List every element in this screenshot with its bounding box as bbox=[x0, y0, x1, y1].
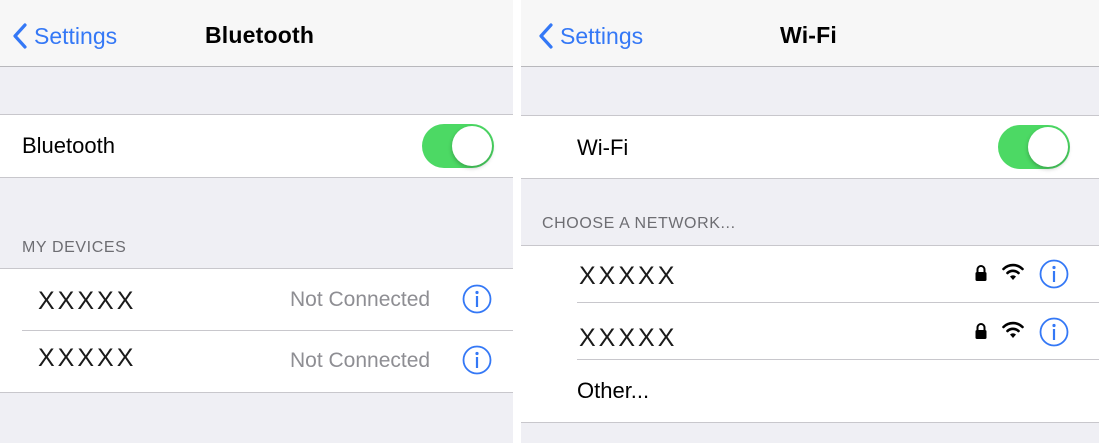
network-name: XXXXX bbox=[579, 262, 678, 290]
other-network-label: Other... bbox=[577, 378, 650, 403]
device-status: Not Connected bbox=[290, 349, 431, 372]
wifi-toggle-label: Wi-Fi bbox=[577, 135, 629, 160]
wifi-toggle-row: Wi-Fi bbox=[521, 115, 1099, 179]
back-label: Settings bbox=[34, 22, 118, 49]
wifi-signal-icon bbox=[1002, 263, 1024, 280]
device-name: XXXXX bbox=[38, 344, 137, 372]
chevron-left-icon bbox=[13, 23, 27, 49]
other-network-row[interactable]: Other... bbox=[521, 360, 1099, 420]
device-list: XXXXX Not Connected XXXXX Not Connected bbox=[0, 268, 513, 393]
wifi-screen: Settings Wi-Fi Wi-Fi CHOOSE A NETWORK...… bbox=[521, 0, 1099, 443]
chevron-left-icon bbox=[539, 23, 553, 49]
info-icon[interactable] bbox=[462, 284, 492, 314]
page-title: Bluetooth bbox=[205, 22, 315, 48]
my-devices-header: MY DEVICES bbox=[22, 239, 127, 256]
info-icon[interactable] bbox=[1039, 317, 1069, 347]
back-button[interactable]: Settings bbox=[538, 21, 643, 51]
device-name: XXXXX bbox=[38, 287, 137, 315]
network-row[interactable]: XXXXX bbox=[521, 303, 1099, 359]
lock-icon bbox=[975, 323, 987, 339]
info-icon[interactable] bbox=[1039, 259, 1069, 289]
page-title: Wi-Fi bbox=[780, 22, 837, 48]
network-name: XXXXX bbox=[579, 324, 678, 352]
wifi-signal-icon bbox=[1002, 321, 1024, 338]
wifi-navbar: Settings Wi-Fi bbox=[521, 0, 1099, 67]
lock-icon bbox=[975, 265, 987, 281]
bluetooth-screen: Settings Bluetooth Bluetooth MY DEVICES … bbox=[0, 0, 513, 443]
device-row[interactable]: XXXXX Not Connected bbox=[0, 331, 513, 392]
choose-network-header: CHOOSE A NETWORK... bbox=[542, 215, 736, 232]
device-row[interactable]: XXXXX Not Connected bbox=[0, 269, 513, 330]
bluetooth-navbar: Settings Bluetooth bbox=[0, 0, 513, 67]
back-button[interactable]: Settings bbox=[12, 21, 117, 51]
toggle-knob bbox=[1028, 127, 1068, 167]
wifi-toggle[interactable] bbox=[998, 125, 1070, 169]
info-icon[interactable] bbox=[462, 345, 492, 375]
bluetooth-toggle-label: Bluetooth bbox=[22, 133, 115, 158]
bluetooth-toggle[interactable] bbox=[422, 124, 494, 168]
network-list: XXXXX XXXXX Other... bbox=[521, 245, 1099, 423]
bluetooth-toggle-row: Bluetooth bbox=[0, 114, 513, 178]
network-row[interactable]: XXXXX bbox=[521, 246, 1099, 302]
device-status: Not Connected bbox=[290, 288, 431, 311]
back-label: Settings bbox=[560, 22, 644, 49]
toggle-knob bbox=[452, 126, 492, 166]
